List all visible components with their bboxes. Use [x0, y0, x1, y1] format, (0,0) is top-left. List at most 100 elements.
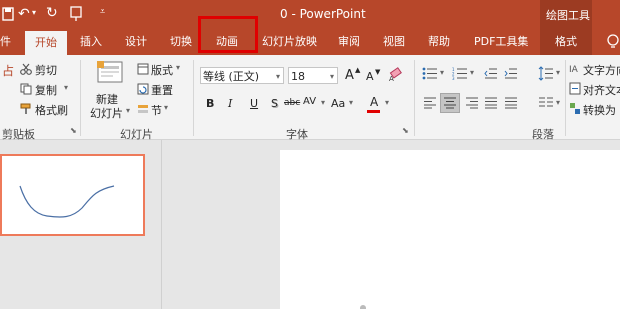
- slide-canvas[interactable]: [280, 150, 620, 309]
- text-direction-icon: IA: [569, 65, 579, 75]
- line-spacing-icon[interactable]: [538, 66, 554, 81]
- italic-button[interactable]: I: [228, 97, 232, 110]
- new-slide-dropdown-icon[interactable]: ▾: [126, 106, 130, 115]
- svg-text:3: 3: [452, 76, 455, 80]
- undo-icon[interactable]: ↶: [18, 6, 30, 22]
- ribbon-tabs: 件 开始 插入 设计 切换 动画 幻灯片放映 审阅 视图 帮助 PDF工具集 格…: [0, 29, 620, 55]
- new-slide-label-2[interactable]: 幻灯片: [90, 105, 123, 121]
- layout-dropdown-icon[interactable]: ▾: [176, 63, 180, 72]
- grow-font-button[interactable]: A: [345, 68, 354, 83]
- reset-icon: [137, 83, 149, 95]
- font-launcher-icon[interactable]: ⬊: [402, 126, 409, 135]
- cut-button[interactable]: 剪切: [35, 62, 57, 78]
- quick-access-customize-icon[interactable]: ⩡: [100, 7, 105, 17]
- svg-text:IA: IA: [569, 65, 579, 75]
- change-case-dropdown-icon[interactable]: ▾: [349, 98, 353, 107]
- columns-icon[interactable]: [538, 96, 554, 110]
- align-right-icon[interactable]: [465, 97, 479, 109]
- align-left-icon[interactable]: [423, 97, 437, 109]
- align-text-icon: [569, 82, 581, 95]
- copy-dropdown-icon[interactable]: ▾: [64, 83, 68, 92]
- layout-button[interactable]: 版式: [151, 62, 173, 78]
- separator: [193, 60, 194, 136]
- title-bar: ↶ ▾ ↻ ⩡ 0 - PowerPoint 绘图工具: [0, 0, 620, 29]
- bold-button[interactable]: B: [206, 97, 214, 110]
- tab-slideshow[interactable]: 幻灯片放映: [262, 29, 317, 55]
- lightbulb-icon[interactable]: [606, 34, 620, 50]
- align-text-button[interactable]: 对齐文本: [583, 82, 620, 98]
- tab-file[interactable]: 件: [0, 29, 11, 55]
- change-case-button[interactable]: Aa: [331, 97, 345, 110]
- font-color-button[interactable]: A: [370, 95, 378, 109]
- separator: [565, 60, 566, 136]
- align-center-icon: [444, 97, 456, 109]
- tab-review[interactable]: 审阅: [338, 29, 360, 55]
- columns-dropdown-icon[interactable]: ▾: [556, 98, 560, 107]
- underline-button[interactable]: U: [250, 97, 258, 110]
- curve-shape-preview: [19, 185, 115, 218]
- text-direction-button[interactable]: 文字方向: [583, 62, 620, 78]
- tab-transitions[interactable]: 切换: [170, 29, 192, 55]
- bullets-dropdown-icon[interactable]: ▾: [440, 68, 444, 77]
- undo-dropdown-icon[interactable]: ▾: [32, 8, 36, 17]
- numbering-icon[interactable]: 123: [452, 67, 468, 80]
- save-icon[interactable]: [2, 7, 14, 21]
- line-spacing-dropdown-icon[interactable]: ▾: [556, 68, 560, 77]
- separator: [414, 60, 415, 136]
- paste-fragment[interactable]: 占: [2, 62, 14, 79]
- slide-thumbnail[interactable]: [0, 154, 145, 236]
- tab-format[interactable]: 格式: [555, 29, 577, 55]
- justify-icon[interactable]: [484, 97, 498, 109]
- scissors-icon: [20, 63, 32, 75]
- separator: [80, 60, 81, 136]
- font-size-value: 18: [291, 70, 305, 83]
- copy-icon: [20, 83, 32, 95]
- contextual-tab-header: 绘图工具: [540, 0, 592, 29]
- format-painter-button[interactable]: 格式刷: [35, 102, 68, 118]
- tab-view[interactable]: 视图: [383, 29, 405, 55]
- section-button[interactable]: 节: [151, 102, 162, 118]
- shrink-font-arrow-icon: ▼: [375, 68, 381, 76]
- strikethrough-button[interactable]: abc: [284, 98, 300, 108]
- tab-insert[interactable]: 插入: [80, 29, 102, 55]
- new-slide-icon: [97, 61, 123, 83]
- reset-button[interactable]: 重置: [151, 82, 173, 98]
- font-color-swatch: [367, 110, 380, 113]
- character-spacing-dropdown-icon[interactable]: ▾: [321, 98, 325, 107]
- tab-home[interactable]: 开始: [25, 31, 67, 55]
- decrease-indent-icon[interactable]: [484, 67, 498, 80]
- convert-smartart-button[interactable]: 转换为: [583, 102, 616, 118]
- layout-icon: [137, 63, 149, 75]
- svg-text:A: A: [389, 75, 394, 82]
- grow-font-arrow-icon: ▲: [355, 66, 361, 74]
- font-name-value: 等线 (正文): [203, 70, 260, 83]
- numbering-dropdown-icon[interactable]: ▾: [470, 68, 474, 77]
- shrink-font-button[interactable]: A: [366, 70, 374, 83]
- character-spacing-button[interactable]: AV: [303, 96, 316, 107]
- section-dropdown-icon[interactable]: ▾: [164, 103, 168, 112]
- clear-formatting-icon[interactable]: A: [389, 67, 404, 82]
- highlight-box: [198, 16, 258, 53]
- copy-button[interactable]: 复制: [35, 82, 57, 98]
- shape-handle[interactable]: [360, 305, 366, 309]
- clipboard-launcher-icon[interactable]: ⬊: [70, 126, 77, 135]
- tab-design[interactable]: 设计: [125, 29, 147, 55]
- font-size-dropdown-icon[interactable]: ▾: [330, 68, 334, 85]
- presentation-icon[interactable]: [70, 6, 82, 22]
- tab-help[interactable]: 帮助: [428, 29, 450, 55]
- convert-smartart-icon: [570, 103, 580, 114]
- font-name-combo[interactable]: 等线 (正文) ▾: [200, 67, 284, 84]
- document-title: 0 - PowerPoint: [280, 7, 366, 21]
- tab-pdf-tools[interactable]: PDF工具集: [474, 29, 528, 55]
- font-name-dropdown-icon[interactable]: ▾: [276, 68, 280, 85]
- increase-indent-icon[interactable]: [504, 67, 518, 80]
- section-icon: [138, 105, 148, 113]
- distributed-icon[interactable]: [504, 97, 518, 109]
- font-size-combo[interactable]: 18 ▾: [288, 67, 338, 84]
- format-painter-icon: [20, 103, 31, 114]
- font-color-dropdown-icon[interactable]: ▾: [385, 98, 389, 107]
- redo-icon[interactable]: ↻: [46, 5, 58, 21]
- align-center-button[interactable]: [440, 93, 460, 113]
- bullets-icon[interactable]: [422, 67, 438, 80]
- text-shadow-button[interactable]: S: [271, 97, 278, 110]
